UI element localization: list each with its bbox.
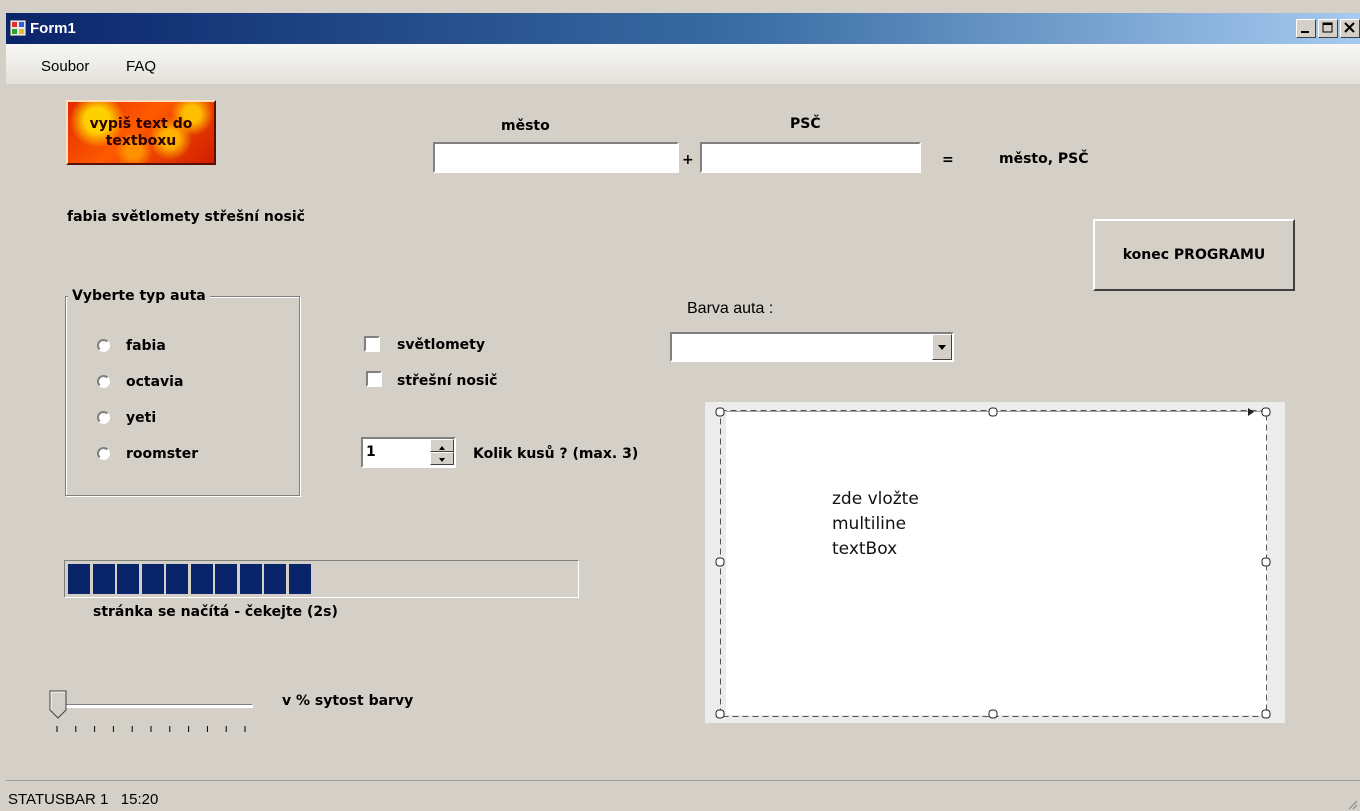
resize-grip-icon[interactable] <box>1346 798 1358 810</box>
menu-faq[interactable]: FAQ <box>126 58 156 75</box>
radio-yeti-label: yeti <box>126 410 157 426</box>
car-type-groupbox <box>65 296 300 496</box>
radio-octavia[interactable] <box>97 375 110 388</box>
quantity-down-button[interactable] <box>430 452 454 465</box>
checkbox-headlights[interactable] <box>364 336 380 352</box>
progress-label: stránka se načítá - čekejte (2s) <box>93 604 338 620</box>
loading-progress-bar <box>64 560 579 598</box>
exit-program-button[interactable]: konec PROGRAMU <box>1093 219 1295 291</box>
zip-input[interactable] <box>700 142 921 173</box>
write-text-button-line2: textboxu <box>105 133 177 149</box>
quantity-label: Kolik kusů ? (max. 3) <box>473 446 639 462</box>
radio-roomster[interactable] <box>97 447 110 460</box>
write-text-button[interactable]: vypiš text do textboxu <box>66 100 216 165</box>
city-input[interactable] <box>433 142 679 173</box>
progress-block <box>239 564 262 594</box>
radio-octavia-label: octavia <box>126 374 184 390</box>
radio-roomster-label: roomster <box>126 446 199 462</box>
selection-handles <box>715 407 1271 719</box>
progress-block <box>264 564 286 594</box>
equals-sign: = <box>942 152 954 168</box>
progress-block <box>92 564 115 594</box>
city-label: město <box>501 118 550 134</box>
multiline-line-1: zde vložte <box>832 489 919 509</box>
progress-block <box>288 564 311 594</box>
saturation-slider-ticks <box>56 726 246 732</box>
quantity-stepper[interactable]: 1 <box>361 437 456 468</box>
zip-label: PSČ <box>790 116 821 132</box>
multiline-textbox-content: zde vložte multiline textBox <box>832 487 919 562</box>
close-icon <box>1344 22 1355 33</box>
progress-block <box>117 564 139 594</box>
saturation-label: v % sytost barvy <box>282 693 414 709</box>
checkbox-roof-rack[interactable] <box>366 371 382 387</box>
arrow-down-icon <box>439 458 445 462</box>
checkbox-headlights-label: světlomety <box>397 337 485 353</box>
checkbox-roof-rack-label: střešní nosič <box>397 373 498 389</box>
menu-soubor[interactable]: Soubor <box>41 58 89 75</box>
multiline-line-3: textBox <box>832 539 898 559</box>
exit-program-button-label: konec PROGRAMU <box>1122 247 1266 263</box>
address-result-label: město, PSČ <box>999 151 1089 167</box>
quantity-value: 1 <box>366 444 376 460</box>
progress-block <box>68 564 90 594</box>
window-title: Form1 <box>30 20 76 37</box>
status-text: STATUSBAR 1 15:20 <box>8 791 159 808</box>
form-window: Form1 Soubor FAQ vypiš text do textboxu … <box>0 0 1360 811</box>
saturation-slider-track[interactable] <box>55 704 253 708</box>
status-bar: STATUSBAR 1 15:20 <box>6 780 1360 811</box>
car-color-label: Barva auta : <box>687 300 774 317</box>
app-icon <box>10 20 26 36</box>
saturation-slider-thumb[interactable] <box>48 690 70 720</box>
radio-fabia-label: fabia <box>126 338 166 354</box>
close-button[interactable] <box>1340 19 1360 38</box>
radio-yeti[interactable] <box>97 411 110 424</box>
car-color-select[interactable] <box>670 332 954 362</box>
radio-fabia[interactable] <box>97 339 110 352</box>
car-color-dropdown-button[interactable] <box>932 334 952 360</box>
chevron-down-icon <box>938 345 946 350</box>
minimize-icon <box>1301 31 1309 33</box>
multiline-line-2: multiline <box>832 514 907 534</box>
car-type-legend: Vyberte typ auta <box>68 288 210 304</box>
selection-summary-label: fabia světlomety střešní nosič <box>67 209 305 225</box>
plus-sign: + <box>682 152 694 168</box>
progress-block <box>141 564 164 594</box>
write-text-button-line1: vypiš text do <box>89 116 193 132</box>
progress-block <box>215 564 237 594</box>
progress-block <box>190 564 213 594</box>
quantity-up-button[interactable] <box>430 439 454 452</box>
maximize-button[interactable] <box>1318 19 1338 38</box>
maximize-icon <box>1322 22 1333 33</box>
minimize-button[interactable] <box>1296 19 1316 38</box>
menu-bar: Soubor FAQ <box>6 44 1360 84</box>
title-bar[interactable]: Form1 <box>6 13 1360 44</box>
progress-block <box>166 564 188 594</box>
